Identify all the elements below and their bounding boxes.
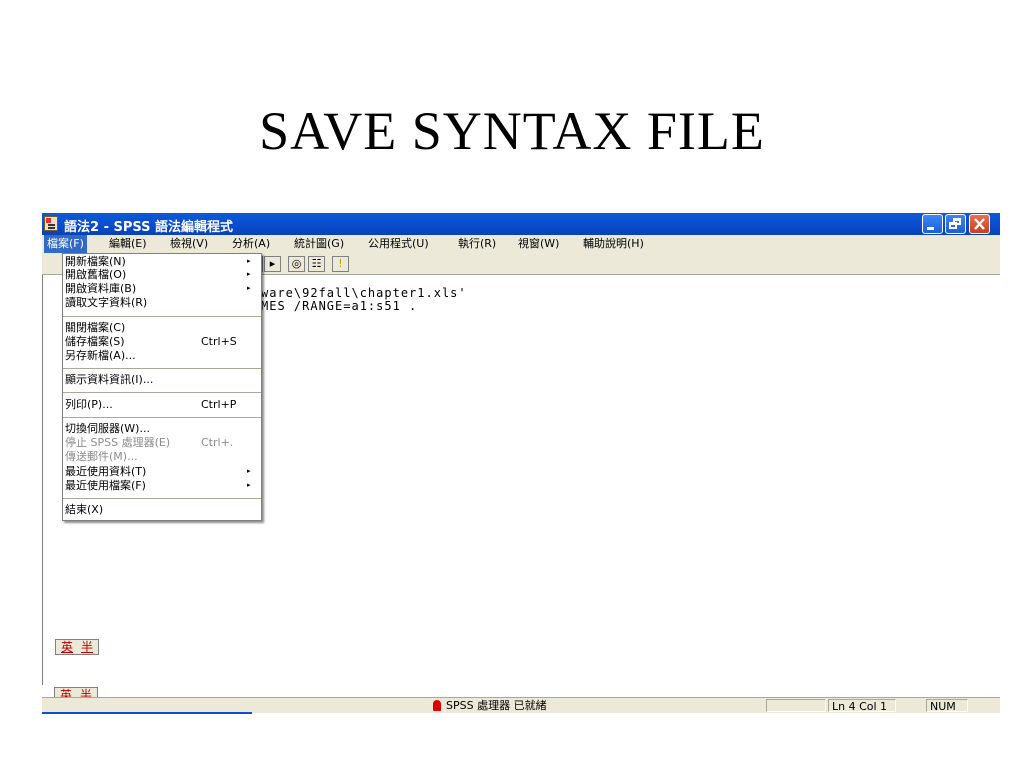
glasses-button[interactable]: ◎ [288,256,305,272]
ime-indicator[interactable]: 英 半 [55,639,99,655]
menu-analyze[interactable]: 分析(A) [229,235,273,253]
menu-item-stop-processor: 停止 SPSS 處理器(E) Ctrl+. [63,436,261,449]
submenu-arrow-icon: ▸ [247,257,251,265]
code-line: MES /RANGE=a1:s51 . [261,299,418,313]
ime-language: 英 [60,640,73,654]
menu-item-label: 開新檔案(N) [65,255,126,268]
menu-item-label: 最近使用檔案(F) [65,479,146,492]
close-button[interactable] [969,214,990,234]
menu-item-print[interactable]: 列印(P)... Ctrl+P [63,398,261,411]
menu-separator [63,498,261,499]
menu-item-shortcut: Ctrl+. [201,436,234,449]
menu-item-save[interactable]: 儲存檔案(S) Ctrl+S [63,335,261,348]
ime-width: 半 [80,640,93,654]
status-accent [42,712,252,714]
menu-help[interactable]: 輔助說明(H) [580,235,647,253]
status-bar: SPSS 處理器 已就緒 Ln 4 Col 1 NUM [42,697,1000,714]
menu-item-new[interactable]: 開新檔案(N) ▸ [63,255,261,268]
submenu-arrow-icon: ▸ [247,270,251,278]
menu-item-switch-server[interactable]: 切換伺服器(W)... [63,422,261,435]
menu-item-recent-files[interactable]: 最近使用檔案(F) ▸ [63,479,261,492]
app-icon[interactable] [44,216,58,231]
info-button[interactable]: ! [332,256,349,272]
menu-item-recent-data[interactable]: 最近使用資料(T) ▸ [63,465,261,478]
menu-item-shortcut: Ctrl+P [201,398,237,411]
menu-item-label: 列印(P)... [65,398,113,411]
num-lock-indicator: NUM [926,699,968,713]
menu-utilities[interactable]: 公用程式(U) [365,235,432,253]
glasses-icon: ◎ [291,257,302,270]
minimize-button[interactable] [922,214,943,234]
menu-window[interactable]: 視窗(W) [515,235,562,253]
menu-item-label: 顯示資料資訊(I)... [65,373,154,386]
menu-item-label: 關閉檔案(C) [65,321,126,334]
syntax-icon: ☷ [311,257,322,270]
window-title: 語法2 - SPSS 語法編輯程式 [64,220,234,235]
menu-item-label: 結束(X) [65,503,104,516]
menu-item-label: 讀取文字資料(R) [65,296,148,309]
window-titlebar[interactable]: 語法2 - SPSS 語法編輯程式 [42,213,1000,235]
menu-graphs[interactable]: 統計圖(G) [291,235,347,253]
menu-separator [63,316,261,317]
menu-item-label: 最近使用資料(T) [65,465,147,478]
slide-title: SAVE SYNTAX FILE [259,101,765,161]
menu-separator [63,417,261,418]
menu-item-label: 另存新檔(A)... [65,349,136,362]
menu-run[interactable]: 執行(R) [455,235,499,253]
menu-item-label: 開啟資料庫(B) [65,282,137,295]
menu-item-label: 停止 SPSS 處理器(E) [65,436,171,449]
menu-item-save-as[interactable]: 另存新檔(A)... [63,349,261,362]
submenu-arrow-icon: ▸ [247,467,251,475]
menu-item-send-mail: 傳送郵件(M)... [63,450,261,463]
processor-icon [433,700,441,711]
submenu-arrow-icon: ▸ [247,284,251,292]
menu-file[interactable]: 檔案(F) [44,235,87,253]
menu-view[interactable]: 檢視(V) [167,235,211,253]
menu-item-close[interactable]: 關閉檔案(C) [63,321,261,334]
menu-item-label: 切換伺服器(W)... [65,422,150,435]
menu-separator [63,368,261,369]
menu-item-shortcut: Ctrl+S [201,335,237,348]
syntax-button[interactable]: ☷ [308,256,325,272]
status-blank-cell [766,699,826,712]
file-menu-dropdown: 開新檔案(N) ▸ 開啟舊檔(O) ▸ 開啟資料庫(B) ▸ 讀取文字資料(R)… [62,253,262,521]
menu-item-display-data-info[interactable]: 顯示資料資訊(I)... [63,373,261,386]
menu-edit[interactable]: 編輯(E) [106,235,150,253]
cursor-position: Ln 4 Col 1 [828,699,896,713]
processor-status: SPSS 處理器 已就緒 [446,699,547,712]
menu-separator [63,392,261,393]
menu-item-label: 開啟舊檔(O) [65,268,127,281]
run-icon: ▸ [269,257,276,270]
submenu-arrow-icon: ▸ [247,481,251,489]
menu-item-label: 儲存檔案(S) [65,335,125,348]
menubar: 檔案(F) 編輯(E) 檢視(V) 分析(A) 統計圖(G) 公用程式(U) 執… [42,235,1000,253]
maximize-button[interactable] [945,214,966,234]
close-icon [974,218,985,230]
menu-item-read-text-data[interactable]: 讀取文字資料(R) [63,296,261,309]
menu-item-label: 傳送郵件(M)... [65,450,138,463]
run-button[interactable]: ▸ [264,256,281,272]
menu-item-exit[interactable]: 結束(X) [63,503,261,516]
code-line: ware\92fall\chapter1.xls' [261,286,467,300]
menu-item-open[interactable]: 開啟舊檔(O) ▸ [63,268,261,281]
info-icon: ! [338,257,343,270]
menu-item-open-database[interactable]: 開啟資料庫(B) ▸ [63,282,261,295]
